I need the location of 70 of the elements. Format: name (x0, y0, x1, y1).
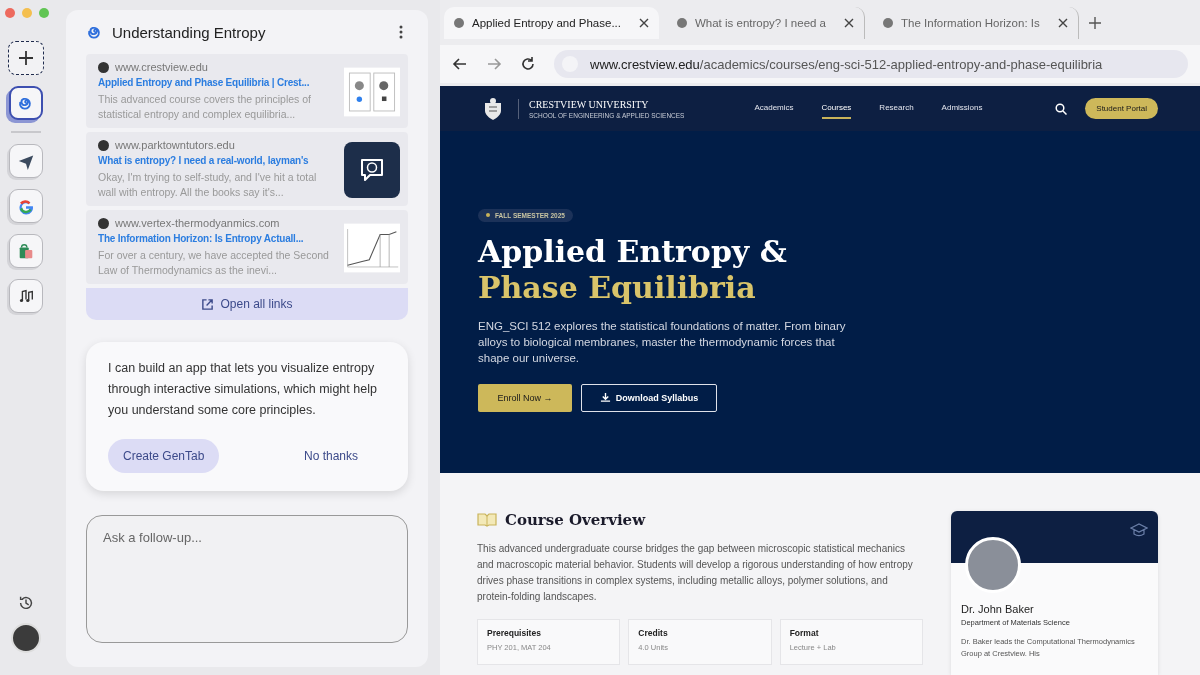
app-button[interactable] (9, 86, 43, 120)
search-result-card[interactable]: www.vertex-thermodyanmics.com The Information Horizon: Is Entropy Actuall... For over a century, we have accepted the Second Law of Thermodynamics as the inevi... (86, 210, 408, 284)
nav-link[interactable]: Academics (754, 98, 794, 119)
search-result-card[interactable]: www.parktowntutors.edu What is entropy? I need a real-world, layman's Okay, I'm trying to self-study, and I've hit a total wall with entropy. All the books say it's... (86, 132, 408, 206)
browser-tab[interactable]: Applied Entropy and Phase... (444, 6, 659, 39)
chat-logo-thumbnail (344, 141, 400, 198)
plus-icon (17, 49, 35, 67)
section-heading: Course Overview (505, 511, 646, 529)
site-favicon-icon (98, 217, 109, 229)
back-arrow-icon[interactable] (452, 56, 468, 72)
course-title: Applied Entropy & (478, 233, 788, 270)
photo-placeholder (965, 537, 1021, 593)
course-subtitle: Phase Equilibria (478, 269, 757, 306)
history-icon[interactable] (17, 594, 35, 612)
result-snippet: Okay, I'm trying to self-study, and I've hit a total wall with entropy. All the books say it's... (98, 170, 318, 200)
result-snippet: This advanced course covers the principles of statistical entropy and complex equilibria... (98, 92, 313, 122)
fact-label: Prerequisites (487, 628, 542, 638)
nav-link[interactable]: Research (879, 98, 914, 119)
user-avatar[interactable] (11, 623, 41, 653)
browser-tab[interactable]: The Information Horizon: Is (873, 6, 1079, 39)
minimize-window-dot[interactable] (22, 8, 32, 18)
student-portal-button[interactable]: Student Portal (1085, 98, 1158, 119)
close-icon[interactable] (844, 17, 855, 28)
university-crest-icon (482, 96, 504, 121)
university-name: CRESTVIEW UNIVERSITY (529, 98, 650, 110)
music-notes-icon (17, 287, 35, 305)
app-button[interactable] (9, 279, 43, 313)
no-thanks-button[interactable]: No thanks (297, 448, 364, 464)
tab-favicon-icon (883, 17, 894, 28)
course-lead-text: ENG_SCI 512 explores the statistical foundations of matter. From binary alloys to biological membranes, master the thermodynamic forces that shape our universe. (478, 318, 847, 366)
follow-up-input[interactable]: Ask a follow-up... (86, 515, 408, 643)
result-domain: www.parktowntutors.edu (115, 139, 235, 151)
download-syllabus-button[interactable]: Download Syllabus (581, 383, 717, 412)
create-gentab-button[interactable]: Create GenTab (108, 439, 220, 473)
suggestion-text: I can build an app that lets you visualize entropy through interactive simulations, which might help you understand some core principles. (108, 360, 378, 419)
close-icon[interactable] (1057, 17, 1068, 28)
download-icon (599, 392, 611, 403)
close-icon[interactable] (638, 17, 649, 28)
reload-icon[interactable] (520, 56, 536, 72)
panel-title: Understanding Entropy (112, 23, 267, 41)
new-tab-button[interactable] (8, 41, 44, 75)
open-external-icon (201, 297, 215, 311)
search-result-card[interactable]: www.crestview.edu Applied Entropy and Phase Equilibria | Crest... This advanced course covers the principles of statistical entropy and complex equilibria... (86, 54, 408, 128)
result-snippet: For over a century, we have accepted the Second Law of Thermodynamics as the inevi... (98, 248, 330, 278)
result-domain: www.vertex-thermodyanmics.com (115, 217, 280, 229)
close-window-dot[interactable] (5, 8, 15, 18)
result-domain: www.crestview.edu (115, 61, 208, 73)
search-icon[interactable] (1055, 102, 1068, 115)
fact-label: Credits (638, 628, 669, 638)
open-all-links-button[interactable]: Open all links (86, 288, 408, 320)
nav-link[interactable]: Admissions (941, 98, 983, 119)
google-g-icon (17, 197, 35, 215)
nav-link[interactable]: Courses (821, 98, 852, 119)
address-bar[interactable]: www.crestview.edu/academics/courses/eng-sci-512-applied-entropy-and-phase-equilibria (554, 50, 1188, 78)
shopping-bag-icon (17, 242, 35, 260)
forward-arrow-icon[interactable] (486, 56, 502, 72)
browser-tab[interactable]: What is entropy? I need a (666, 6, 866, 39)
instructor-name: Dr. John Baker (961, 603, 1035, 615)
tab-favicon-icon (454, 17, 464, 28)
new-tab-plus-icon[interactable] (1088, 16, 1101, 29)
overview-text: This advanced undergraduate course bridges the gap between microscopic statistical mechanics and macroscopic material behavior. Students will develop a rigorous understanding of how entropy drives phase transitions in complex systems, including metallic alloys, polymer solutions, and protein-folding landscapes. (477, 542, 914, 604)
app-button[interactable] (9, 144, 43, 178)
open-book-icon (477, 513, 497, 527)
maximize-window-dot[interactable] (39, 8, 49, 18)
fact-label: Format (789, 628, 820, 638)
tab-favicon-icon (676, 17, 687, 28)
site-favicon-icon (98, 139, 109, 151)
site-favicon-icon (98, 61, 109, 73)
graduation-cap-icon (1130, 523, 1148, 537)
enroll-now-button[interactable]: Enroll Now → (478, 383, 572, 412)
